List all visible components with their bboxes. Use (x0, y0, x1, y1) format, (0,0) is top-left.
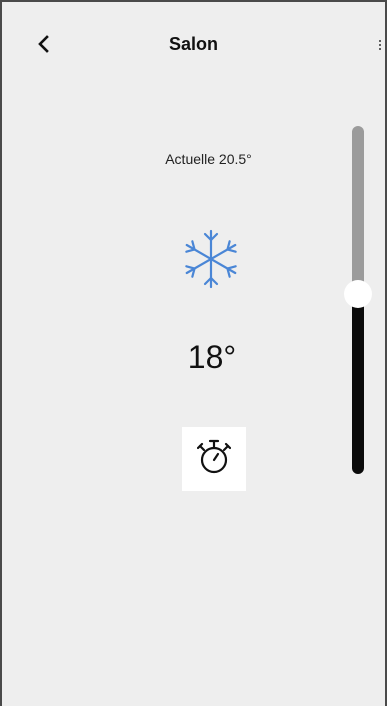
thermostat-screen: Salon Actuelle 20.5° 18° (0, 0, 387, 706)
cooling-mode-indicator (178, 226, 244, 292)
more-vertical-icon (379, 44, 381, 46)
slider-track-upper (352, 126, 364, 294)
more-options-button[interactable] (375, 32, 385, 56)
page-title: Salon (168, 34, 218, 54)
timer-button[interactable] (182, 427, 246, 491)
snowflake-icon (185, 229, 237, 289)
setpoint-temperature: 18° (187, 339, 237, 375)
app-header: Salon (2, 2, 385, 86)
temperature-slider[interactable] (344, 126, 372, 474)
more-vertical-icon (379, 40, 381, 42)
current-temperature-label: Actuelle 20.5° (165, 151, 252, 167)
more-vertical-icon (379, 48, 381, 50)
slider-track-lower (352, 294, 364, 474)
stopwatch-icon (197, 439, 231, 474)
slider-thumb[interactable] (344, 280, 372, 308)
